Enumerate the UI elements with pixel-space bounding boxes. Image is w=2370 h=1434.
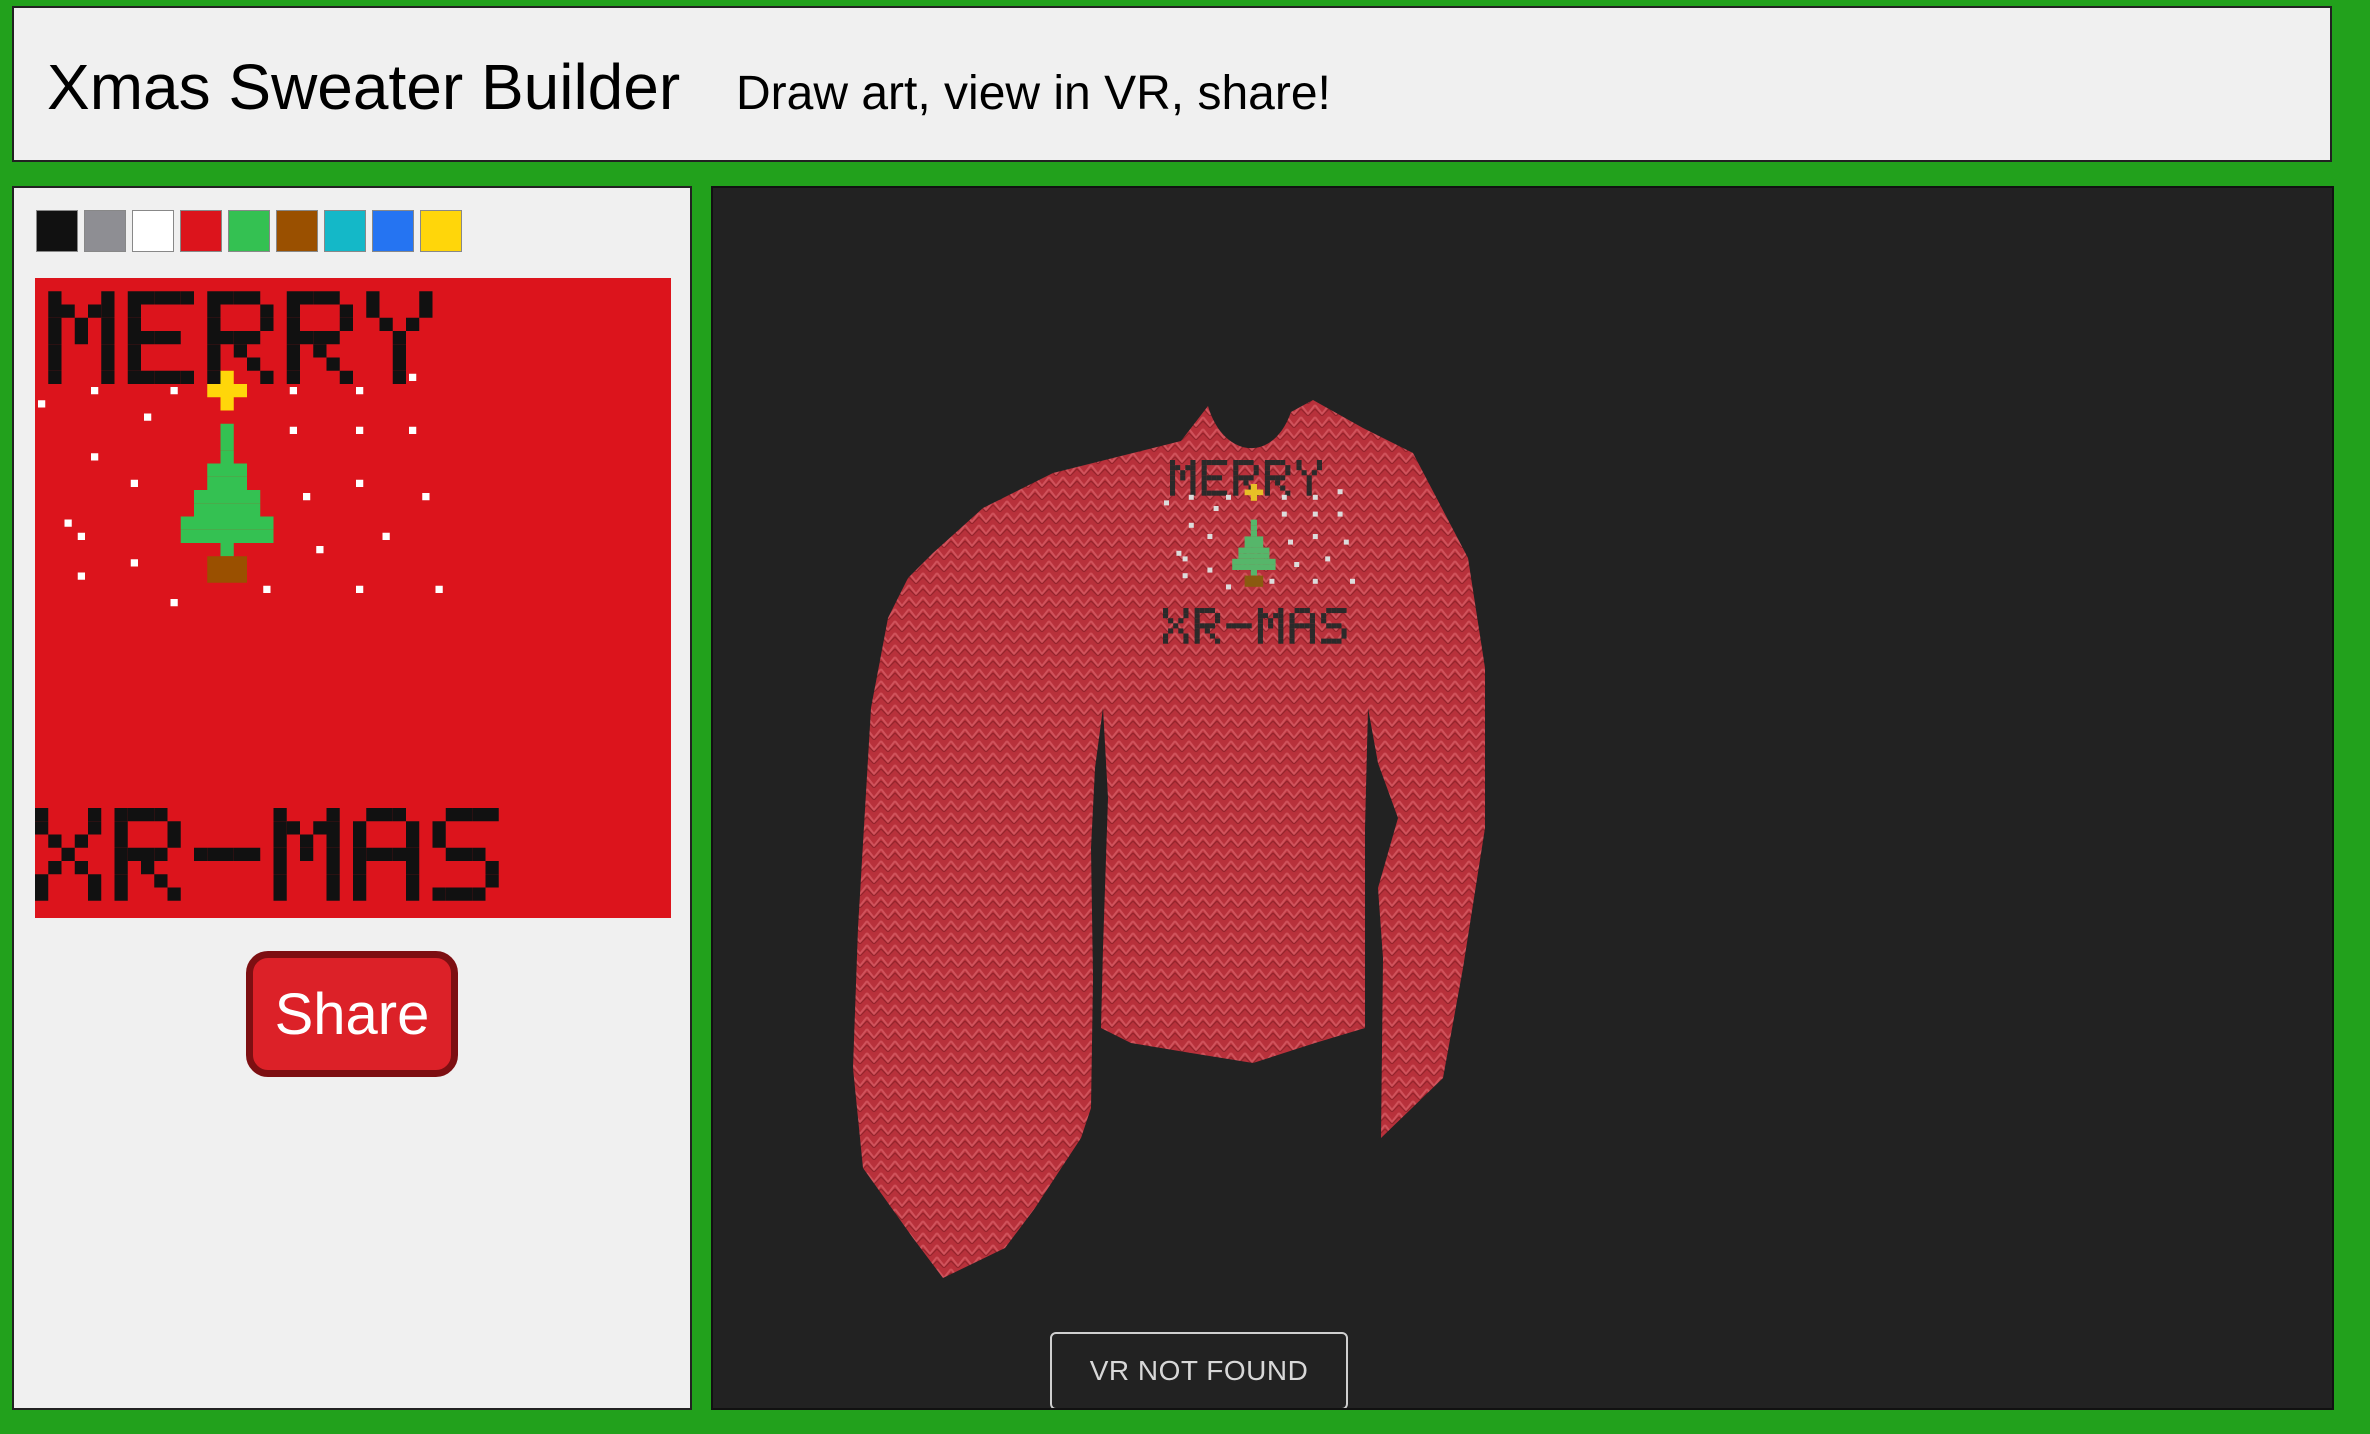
color-swatch[interactable] bbox=[276, 210, 318, 252]
pixel-art-canvas[interactable] bbox=[35, 278, 671, 918]
3d-viewport[interactable]: VR NOT FOUND bbox=[711, 186, 2334, 1410]
app-title: Xmas Sweater Builder bbox=[47, 51, 681, 123]
color-swatch[interactable] bbox=[84, 210, 126, 252]
app-subtitle: Draw art, view in VR, share! bbox=[736, 67, 1331, 120]
art-tree-trunk bbox=[207, 556, 247, 583]
color-swatch[interactable] bbox=[324, 210, 366, 252]
app-header: Xmas Sweater Builder Draw art, view in V… bbox=[12, 6, 2332, 162]
sweater-preview bbox=[853, 400, 1485, 1278]
share-button[interactable]: Share bbox=[246, 951, 458, 1077]
editor-panel: Share bbox=[12, 186, 692, 1410]
color-swatch[interactable] bbox=[180, 210, 222, 252]
color-swatch[interactable] bbox=[36, 210, 78, 252]
color-swatch[interactable] bbox=[420, 210, 462, 252]
vr-not-found-button[interactable]: VR NOT FOUND bbox=[1050, 1332, 1348, 1408]
color-palette bbox=[36, 210, 468, 254]
color-swatch[interactable] bbox=[372, 210, 414, 252]
sweater-body bbox=[853, 400, 1485, 1278]
color-swatch[interactable] bbox=[228, 210, 270, 252]
color-swatch[interactable] bbox=[132, 210, 174, 252]
